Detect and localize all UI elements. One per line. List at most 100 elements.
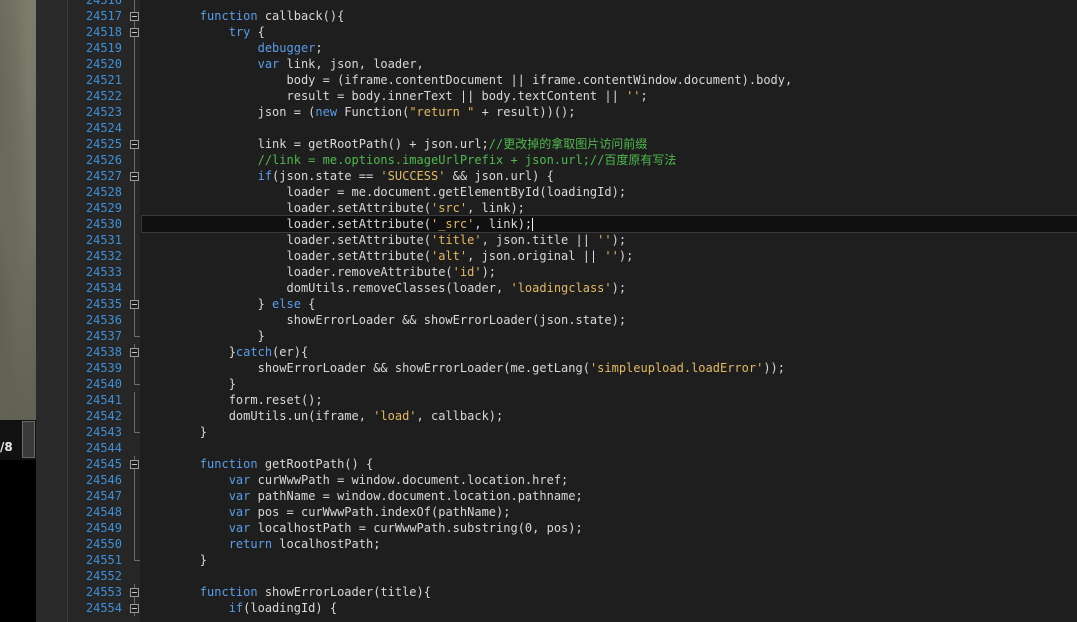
code-line[interactable]: } else { — [142, 296, 1077, 312]
line-number: 24551 — [85, 553, 122, 567]
code-token: 'SUCCESS' — [380, 169, 446, 183]
code-line[interactable] — [142, 440, 1077, 456]
code-token: new — [315, 105, 338, 119]
fold-marker[interactable] — [130, 296, 142, 312]
fold-marker — [130, 392, 142, 408]
code-token: '' — [626, 89, 641, 103]
code-token: form.reset(); — [142, 393, 323, 407]
collapse-icon[interactable] — [130, 12, 139, 21]
code-line[interactable]: domUtils.un(iframe, 'load', callback); — [142, 408, 1077, 424]
code-token: } — [142, 345, 236, 359]
code-line[interactable]: loader = me.document.getElementById(load… — [142, 184, 1077, 200]
fold-marker — [130, 104, 142, 120]
line-numbers: 24516 24517 24518 24519 24520 24521 24522 24523… — [68, 0, 122, 616]
code-line[interactable] — [142, 120, 1077, 136]
code-line[interactable]: var pathName = window.document.location.… — [142, 488, 1077, 504]
fold-marker[interactable] — [130, 344, 142, 360]
code-token: , json.title || — [481, 233, 598, 247]
code-token: loader.setAttribute( — [142, 233, 431, 247]
code-token: '' — [597, 233, 612, 247]
code-line[interactable]: body = (iframe.contentDocument || iframe… — [142, 72, 1077, 88]
code-token: return — [228, 537, 273, 551]
fold-marker — [130, 360, 142, 376]
code-line[interactable] — [142, 568, 1077, 584]
code-token: ; — [315, 41, 323, 55]
code-line[interactable]: showErrorLoader && showErrorLoader(json.… — [142, 312, 1077, 328]
page-next-button[interactable] — [22, 421, 35, 458]
code-token: "return " — [409, 105, 475, 119]
code-token: ); — [611, 281, 627, 295]
code-line[interactable]: link = getRootPath() + json.url;//更改掉的拿取… — [142, 136, 1077, 152]
collapse-icon[interactable] — [130, 300, 139, 309]
fold-marker[interactable] — [130, 600, 142, 616]
code-line[interactable]: var localhostPath = curWwwPath.substring… — [142, 520, 1077, 536]
collapse-icon[interactable] — [130, 172, 139, 181]
collapse-icon[interactable] — [130, 604, 139, 613]
fold-marker[interactable] — [130, 168, 142, 184]
code-line[interactable]: result = body.innerText || body.textCont… — [142, 88, 1077, 104]
code-line[interactable]: loader.setAttribute('alt', json.original… — [142, 248, 1077, 264]
code-line[interactable]: }catch(er){ — [142, 344, 1077, 360]
code-line[interactable]: loader.setAttribute('title', json.title … — [142, 232, 1077, 248]
fold-marker — [130, 424, 142, 440]
code-line[interactable]: domUtils.removeClasses(loader, 'loadingc… — [142, 280, 1077, 296]
code-line[interactable]: var pos = curWwwPath.indexOf(pathName); — [142, 504, 1077, 520]
collapse-icon[interactable] — [130, 348, 139, 357]
code-line[interactable]: var link, json, loader, — [142, 56, 1077, 72]
fold-marker — [130, 200, 142, 216]
fold-marker — [130, 232, 142, 248]
collapse-icon[interactable] — [130, 140, 139, 149]
code-line[interactable]: showErrorLoader && showErrorLoader(me.ge… — [142, 360, 1077, 376]
fold-marker[interactable] — [130, 136, 142, 152]
code-line[interactable]: } — [142, 424, 1077, 440]
code-line[interactable] — [142, 0, 1077, 8]
code-token: 'simpleupload.loadError' — [589, 361, 764, 375]
code-line[interactable]: try { — [142, 24, 1077, 40]
code-line[interactable]: function showErrorLoader(title){ — [142, 584, 1077, 600]
line-number: 24542 — [85, 409, 122, 423]
code-token: } — [142, 553, 208, 567]
code-line[interactable]: function callback(){ — [142, 8, 1077, 24]
code-token: + result))(); — [474, 105, 576, 119]
code-line[interactable]: return localhostPath; — [142, 536, 1077, 552]
fold-marker — [130, 248, 142, 264]
code-line[interactable]: json = (new Function("return " + result)… — [142, 104, 1077, 120]
code-token: try — [228, 25, 251, 39]
code-line[interactable]: function getRootPath() { — [142, 456, 1077, 472]
collapse-icon[interactable] — [130, 460, 139, 469]
code-token: loader.setAttribute( — [142, 217, 431, 231]
code-line[interactable]: if(json.state == 'SUCCESS' && json.url) … — [142, 168, 1077, 184]
code-token: var — [228, 505, 251, 519]
fold-marker[interactable] — [130, 584, 142, 600]
line-number: 24545 — [85, 457, 122, 471]
code-token: 'load' — [373, 409, 417, 423]
code-line[interactable]: form.reset(); — [142, 392, 1077, 408]
code-token: 'title' — [430, 233, 482, 247]
code-token: link, json, loader, — [279, 57, 424, 71]
code-token: '' — [604, 249, 619, 263]
collapse-icon[interactable] — [130, 28, 139, 37]
code-line[interactable]: } — [142, 552, 1077, 568]
line-number: 24528 — [85, 185, 122, 199]
code-token: pos = curWwwPath.indexOf(pathName); — [250, 505, 511, 519]
code-line[interactable]: var curWwwPath = window.document.locatio… — [142, 472, 1077, 488]
fold-marker[interactable] — [130, 24, 142, 40]
fold-marker[interactable] — [130, 8, 142, 24]
code-line[interactable]: //link = me.options.imageUrlPrefix + jso… — [142, 152, 1077, 168]
code-line[interactable]: if(loadingId) { — [142, 600, 1077, 616]
code-line[interactable]: loader.removeAttribute('id'); — [142, 264, 1077, 280]
current-code-line[interactable]: loader.setAttribute('_src', link); — [141, 215, 1077, 233]
code-token: if — [257, 169, 273, 183]
code-line[interactable]: loader.setAttribute('src', link); — [142, 200, 1077, 216]
collapse-icon[interactable] — [130, 588, 139, 597]
code-editor[interactable]: function callback(){ try { debugger; var… — [141, 0, 1077, 616]
fold-marker[interactable] — [130, 456, 142, 472]
code-line[interactable]: } — [142, 376, 1077, 392]
code-token: ); — [611, 233, 627, 247]
code-line[interactable]: } — [142, 328, 1077, 344]
background-image — [0, 0, 36, 420]
code-line[interactable]: debugger; — [142, 40, 1077, 56]
